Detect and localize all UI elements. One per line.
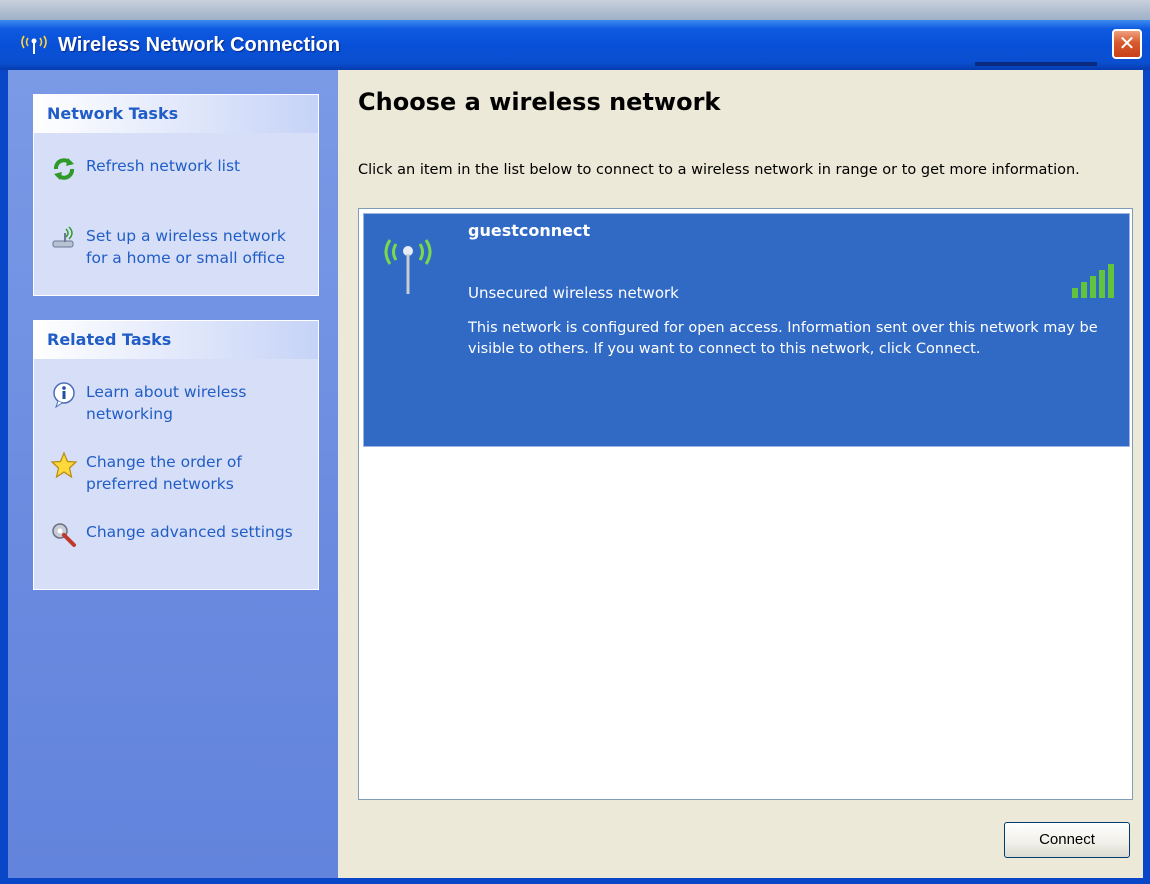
info-icon (48, 381, 80, 413)
wireless-title-icon (18, 32, 52, 56)
wireless-antenna-icon (378, 226, 438, 296)
intro-text: Click an item in the list below to conne… (358, 162, 1080, 178)
network-tasks-panel: Network Tasks Refresh network list Set u… (33, 94, 319, 296)
change-advanced-settings-label: Change advanced settings (86, 523, 293, 541)
advanced-settings-icon (48, 521, 80, 553)
desktop-strip (0, 0, 1150, 20)
related-tasks-panel: Related Tasks Learn about wireless netwo… (33, 320, 319, 590)
signal-bar (1072, 288, 1078, 298)
learn-wireless-label: Learn about wireless networking (86, 383, 247, 423)
close-button[interactable]: ✕ (1112, 29, 1142, 59)
signal-bar (1081, 282, 1087, 298)
change-advanced-settings-link[interactable]: Change advanced settings (48, 521, 312, 553)
task-sidebar: Network Tasks Refresh network list Set u… (8, 70, 338, 878)
network-security: Unsecured wireless network (468, 284, 679, 302)
learn-wireless-link[interactable]: Learn about wireless networking (48, 381, 312, 425)
setup-wireless-network-link[interactable]: Set up a wireless network for a home or … (48, 225, 312, 269)
refresh-network-list-link[interactable]: Refresh network list (48, 155, 312, 187)
page-title: Choose a wireless network (358, 88, 721, 116)
signal-bar (1090, 276, 1096, 298)
signal-bar (1108, 264, 1114, 298)
network-list[interactable]: guestconnect Unsecured wireless network … (358, 208, 1133, 800)
title-bar-accent (975, 62, 1097, 66)
network-name: guestconnect (468, 221, 591, 240)
refresh-network-list-label: Refresh network list (86, 157, 241, 175)
network-tasks-heading: Network Tasks (34, 95, 318, 133)
change-preferred-order-link[interactable]: Change the order of preferred networks (48, 451, 312, 495)
related-tasks-heading: Related Tasks (34, 321, 318, 359)
main-content: Choose a wireless network Click an item … (338, 70, 1143, 878)
connect-button[interactable]: Connect (1004, 822, 1130, 858)
refresh-icon (48, 155, 80, 187)
change-preferred-order-label: Change the order of preferred networks (86, 453, 242, 493)
network-item-guestconnect[interactable]: guestconnect Unsecured wireless network … (363, 213, 1130, 447)
star-icon (48, 451, 80, 483)
signal-strength-icon (1068, 264, 1120, 300)
network-description: This network is configured for open acce… (468, 320, 1098, 357)
setup-wireless-icon (48, 225, 80, 257)
wireless-network-window: Wireless Network Connection ✕ Network Ta… (0, 0, 1150, 884)
signal-bar (1099, 270, 1105, 298)
setup-wireless-network-label: Set up a wireless network for a home or … (86, 227, 286, 267)
window-title: Wireless Network Connection (58, 34, 341, 56)
